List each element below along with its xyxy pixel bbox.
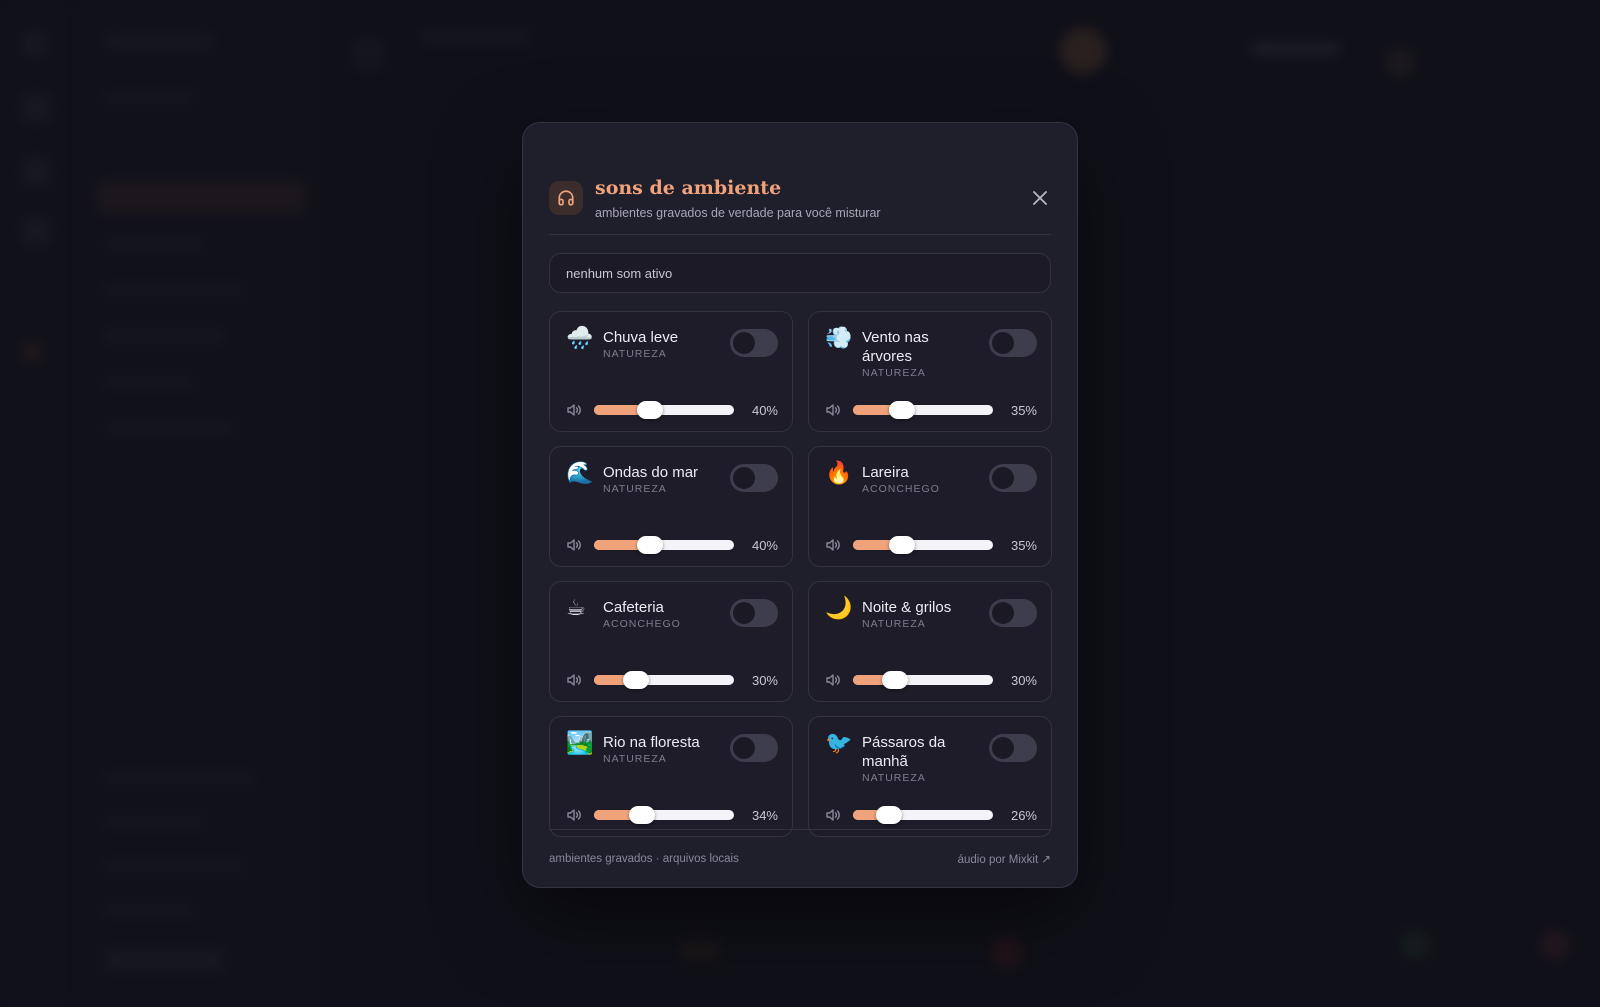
coffee-icon: ☕: [566, 596, 586, 621]
wave-icon: 🌊: [566, 461, 594, 486]
ambient-sounds-dialog: sons de ambiente ambientes gravados de v…: [522, 122, 1078, 888]
sound-category: ACONCHEGO: [603, 618, 681, 630]
dialog-title: sons de ambiente: [595, 177, 782, 199]
volume-slider[interactable]: [853, 401, 993, 419]
volume-icon: [825, 673, 841, 687]
moon-icon: 🌙: [825, 596, 853, 621]
volume-thumb[interactable]: [637, 536, 663, 554]
dialog-subtitle: ambientes gravados de verdade para você …: [595, 206, 881, 220]
sound-category: NATUREZA: [603, 348, 667, 360]
volume-slider[interactable]: [594, 671, 734, 689]
toggle-knob: [733, 602, 755, 624]
volume-slider[interactable]: [853, 536, 993, 554]
sound-toggle[interactable]: [730, 329, 778, 357]
volume-icon: [566, 403, 582, 417]
toggle-knob: [733, 467, 755, 489]
sound-category: NATUREZA: [862, 367, 926, 379]
volume-thumb[interactable]: [623, 671, 649, 689]
footer-credits: ambientes gravados · arquivos locais: [549, 852, 739, 865]
volume-thumb[interactable]: [889, 401, 915, 419]
volume-percent: 35%: [1010, 538, 1037, 553]
sound-card: 🔥 Lareira ACONCHEGO 35%: [808, 446, 1052, 567]
volume-icon: [566, 808, 582, 822]
volume-percent: 34%: [751, 808, 778, 823]
toggle-knob: [992, 737, 1014, 759]
toggle-knob: [992, 467, 1014, 489]
sound-card: ☕ Cafeteria ACONCHEGO 30%: [549, 581, 793, 702]
sound-card: 🌊 Ondas do mar NATUREZA 40%: [549, 446, 793, 567]
sound-category: NATUREZA: [862, 618, 926, 630]
volume-icon: [825, 808, 841, 822]
headphones-icon: [549, 181, 583, 215]
volume-thumb[interactable]: [637, 401, 663, 419]
volume-thumb[interactable]: [889, 536, 915, 554]
fire-icon: 🔥: [825, 461, 853, 486]
sound-name: Noite & grilos: [862, 599, 952, 616]
volume-icon: [825, 403, 841, 417]
volume-thumb[interactable]: [882, 671, 908, 689]
sound-name: Vento nas árvores: [862, 329, 929, 365]
sound-card: 🐦 Pássaros da manhã NATUREZA 26%: [808, 716, 1052, 837]
sound-name: Lareira: [862, 464, 909, 481]
dialog-footer: ambientes gravados · arquivos locais áud…: [549, 829, 1051, 887]
toggle-knob: [733, 332, 755, 354]
volume-percent: 30%: [1010, 673, 1037, 688]
bird-icon: 🐦: [825, 731, 853, 756]
wind-icon: 💨: [825, 326, 853, 351]
sound-name: Rio na floresta: [603, 734, 700, 751]
volume-percent: 26%: [1010, 808, 1037, 823]
toggle-knob: [733, 737, 755, 759]
volume-thumb[interactable]: [628, 806, 655, 824]
sound-toggle[interactable]: [989, 464, 1037, 492]
rain-cloud-icon: 🌧️: [566, 326, 594, 351]
sound-category: ACONCHEGO: [862, 483, 940, 495]
sound-category: NATUREZA: [603, 753, 667, 765]
volume-slider[interactable]: [853, 671, 993, 689]
river-landscape-icon: 🏞️: [566, 731, 594, 756]
sounds-grid: 🌧️ Chuva leve NATUREZA 40% 💨 Vento nas árvore…: [549, 311, 1052, 837]
sound-name: Ondas do mar: [603, 464, 699, 481]
close-button[interactable]: [1029, 187, 1051, 209]
volume-percent: 30%: [751, 673, 778, 688]
sound-card: 🌙 Noite & grilos NATUREZA 30%: [808, 581, 1052, 702]
volume-slider[interactable]: [594, 401, 734, 419]
dialog-header: sons de ambiente ambientes gravados de v…: [549, 149, 1051, 235]
sound-toggle[interactable]: [989, 734, 1037, 762]
volume-percent: 40%: [751, 538, 778, 553]
close-icon: [1033, 191, 1047, 205]
active-sounds-status: nenhum som ativo: [549, 253, 1051, 293]
mixkit-link[interactable]: áudio por Mixkit ↗: [958, 852, 1051, 866]
volume-thumb[interactable]: [876, 806, 903, 824]
sound-category: NATUREZA: [603, 483, 667, 495]
toggle-knob: [992, 332, 1014, 354]
sound-name: Chuva leve: [603, 329, 679, 346]
sound-toggle[interactable]: [730, 464, 778, 492]
volume-slider[interactable]: [594, 536, 734, 554]
sound-toggle[interactable]: [989, 329, 1037, 357]
sound-name: Pássaros da manhã: [862, 734, 946, 770]
toggle-knob: [992, 602, 1014, 624]
volume-icon: [566, 538, 582, 552]
sound-name: Cafeteria: [603, 599, 664, 616]
sound-card: 🌧️ Chuva leve NATUREZA 40%: [549, 311, 793, 432]
volume-slider[interactable]: [853, 806, 993, 824]
volume-icon: [825, 538, 841, 552]
sound-card: 💨 Vento nas árvores NATUREZA 35%: [808, 311, 1052, 432]
volume-percent: 40%: [751, 403, 778, 418]
volume-icon: [566, 673, 582, 687]
sound-toggle[interactable]: [730, 599, 778, 627]
volume-slider[interactable]: [594, 806, 734, 824]
sound-card: 🏞️ Rio na floresta NATUREZA 34%: [549, 716, 793, 837]
sound-category: NATUREZA: [862, 772, 926, 784]
sound-toggle[interactable]: [989, 599, 1037, 627]
volume-percent: 35%: [1010, 403, 1037, 418]
sound-toggle[interactable]: [730, 734, 778, 762]
